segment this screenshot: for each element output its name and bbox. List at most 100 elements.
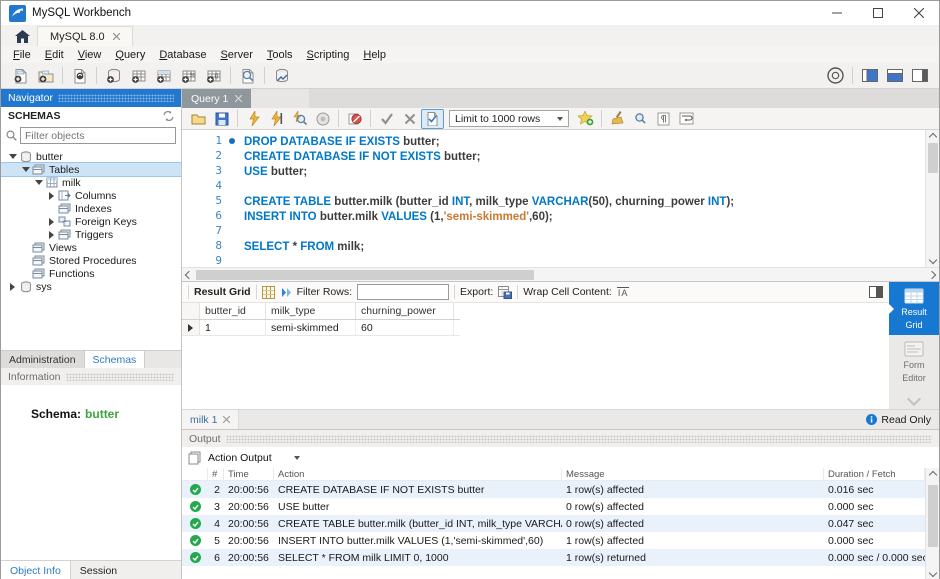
code-line-4[interactable]: 4 (182, 178, 925, 193)
commit-icon[interactable] (375, 109, 398, 129)
output-column-duration[interactable]: Duration / Fetch (824, 468, 925, 480)
execute-current-statement-icon[interactable] (265, 109, 288, 129)
code-line-6[interactable]: 6INSERT INTO butter.milk VALUES (1,'semi… (182, 208, 925, 223)
column-header-milk_type[interactable]: milk_type (266, 303, 356, 319)
close-tab-icon[interactable] (223, 416, 230, 423)
menu-server[interactable]: Server (213, 48, 259, 62)
create-function-icon[interactable]: () (201, 65, 226, 87)
tree-item-butter[interactable]: butter (1, 150, 181, 163)
create-view-icon[interactable] (151, 65, 176, 87)
toggle-left-panel-icon[interactable] (857, 65, 882, 87)
scrollbar-thumb[interactable] (928, 485, 938, 547)
collapse-icon[interactable] (20, 167, 31, 172)
create-table-icon[interactable] (126, 65, 151, 87)
tree-item-triggers[interactable]: Triggers (1, 228, 181, 241)
menu-scripting[interactable]: Scripting (300, 48, 357, 62)
expand-icon[interactable] (46, 192, 57, 200)
column-header-butter_id[interactable]: butter_id (200, 303, 266, 319)
sql-code-area[interactable]: 1DROP DATABASE IF EXISTS butter;2CREATE … (182, 130, 925, 267)
code-line-5[interactable]: 5CREATE TABLE butter.milk (butter_id INT… (182, 193, 925, 208)
menu-file[interactable]: File (6, 48, 38, 62)
save-script-icon[interactable] (210, 109, 233, 129)
sidebar-tab-object-info[interactable]: Object Info (1, 561, 71, 579)
output-row-6[interactable]: 620:00:56SELECT * FROM milk LIMIT 0, 100… (182, 549, 925, 566)
menu-query[interactable]: Query (108, 48, 152, 62)
grid-cell[interactable]: 60 (356, 320, 454, 335)
create-schema-icon[interactable] (101, 65, 126, 87)
code-line-8[interactable]: 8SELECT * FROM milk; (182, 238, 925, 253)
export-icon[interactable] (498, 286, 512, 299)
scroll-right-icon[interactable] (928, 270, 936, 278)
toggle-bottom-panel-icon[interactable] (882, 65, 907, 87)
inspector-icon[interactable] (67, 65, 92, 87)
scrollbar-thumb[interactable] (196, 270, 534, 280)
menu-edit[interactable]: Edit (38, 48, 71, 62)
grid-row[interactable]: 1semi-skimmed60 (182, 320, 460, 336)
expand-icon[interactable] (46, 231, 57, 239)
close-tab-icon[interactable] (235, 95, 242, 102)
explain-icon[interactable] (288, 109, 311, 129)
home-tab-button[interactable] (7, 26, 37, 46)
tree-item-foreign-keys[interactable]: Foreign Keys (1, 215, 181, 228)
sql-editor[interactable]: 1DROP DATABASE IF EXISTS butter;2CREATE … (182, 130, 939, 267)
create-stored-procedure-icon[interactable]: % (176, 65, 201, 87)
show-invisibles-icon[interactable] (652, 109, 675, 129)
output-row-4[interactable]: 420:00:56CREATE TABLE butter.milk (butte… (182, 515, 925, 532)
scrollbar-thumb[interactable] (928, 143, 938, 173)
output-column-message[interactable]: Message (562, 468, 824, 480)
open-sql-script-icon[interactable] (33, 65, 58, 87)
menu-tools[interactable]: Tools (260, 48, 300, 62)
output-column-action[interactable]: Action (274, 468, 562, 480)
new-query-tab-icon[interactable] (8, 65, 33, 87)
scroll-left-icon[interactable] (185, 270, 193, 278)
grid-cell[interactable]: 1 (200, 320, 266, 335)
menu-view[interactable]: View (71, 48, 109, 62)
tree-item-tables[interactable]: Tables (1, 163, 181, 176)
toggle-autocommit-icon[interactable] (421, 109, 444, 129)
toggle-word-wrap-icon[interactable] (675, 109, 698, 129)
output-row-5[interactable]: 520:00:56INSERT INTO butter.milk VALUES … (182, 532, 925, 549)
minimize-button[interactable] (816, 1, 857, 25)
output-row-2[interactable]: 220:00:56CREATE DATABASE IF NOT EXISTS b… (182, 481, 925, 498)
column-header-churning_power[interactable]: churning_power (356, 303, 454, 319)
tree-item-milk[interactable]: milk (1, 176, 181, 189)
toggle-right-panel-icon[interactable] (907, 65, 932, 87)
output-vertical-scrollbar[interactable] (925, 468, 939, 579)
search-table-data-icon[interactable] (235, 65, 260, 87)
code-line-1[interactable]: 1DROP DATABASE IF EXISTS butter; (182, 133, 925, 148)
editor-horizontal-scrollbar[interactable] (182, 267, 939, 281)
open-script-icon[interactable] (187, 109, 210, 129)
limit-rows-dropdown[interactable]: Limit to 1000 rows (449, 110, 569, 127)
close-tab-icon[interactable] (113, 33, 120, 40)
scroll-up-icon[interactable] (928, 471, 936, 479)
tree-item-sys[interactable]: sys (1, 280, 181, 293)
find-icon[interactable] (629, 109, 652, 129)
tab-mysql-80[interactable]: MySQL 8.0 (37, 26, 133, 46)
close-button[interactable] (898, 1, 939, 25)
tree-item-functions[interactable]: Functions (1, 267, 181, 280)
scroll-up-icon[interactable] (928, 133, 936, 141)
code-line-7[interactable]: 7 (182, 223, 925, 238)
execute-icon[interactable] (242, 109, 265, 129)
refresh-schemas-icon[interactable] (163, 111, 174, 121)
sidebar-tab-administration[interactable]: Administration (1, 351, 85, 368)
database-connection-icon[interactable] (269, 65, 294, 87)
tree-item-columns[interactable]: Columns (1, 189, 181, 202)
side-tab-form-editor[interactable]: FormEditor (889, 335, 939, 388)
collapse-icon[interactable] (33, 180, 44, 185)
tree-item-indexes[interactable]: Indexes (1, 202, 181, 215)
sidebar-tab-schemas[interactable]: Schemas (85, 351, 146, 368)
chevron-down-icon[interactable] (907, 392, 921, 406)
account-icon[interactable] (823, 65, 848, 87)
sidebar-tab-session[interactable]: Session (71, 561, 126, 579)
output-column-num[interactable]: # (208, 468, 224, 480)
grid-cell[interactable]: semi-skimmed (266, 320, 356, 335)
stop-icon[interactable] (311, 109, 334, 129)
toggle-stop-on-error-icon[interactable] (343, 109, 366, 129)
grid-view-icon[interactable] (262, 286, 275, 299)
rollback-icon[interactable] (398, 109, 421, 129)
action-output-dropdown[interactable]: Action Output (208, 452, 300, 464)
collapse-icon[interactable] (7, 154, 18, 159)
beautify-icon[interactable] (606, 109, 629, 129)
editor-vertical-scrollbar[interactable] (925, 130, 939, 267)
